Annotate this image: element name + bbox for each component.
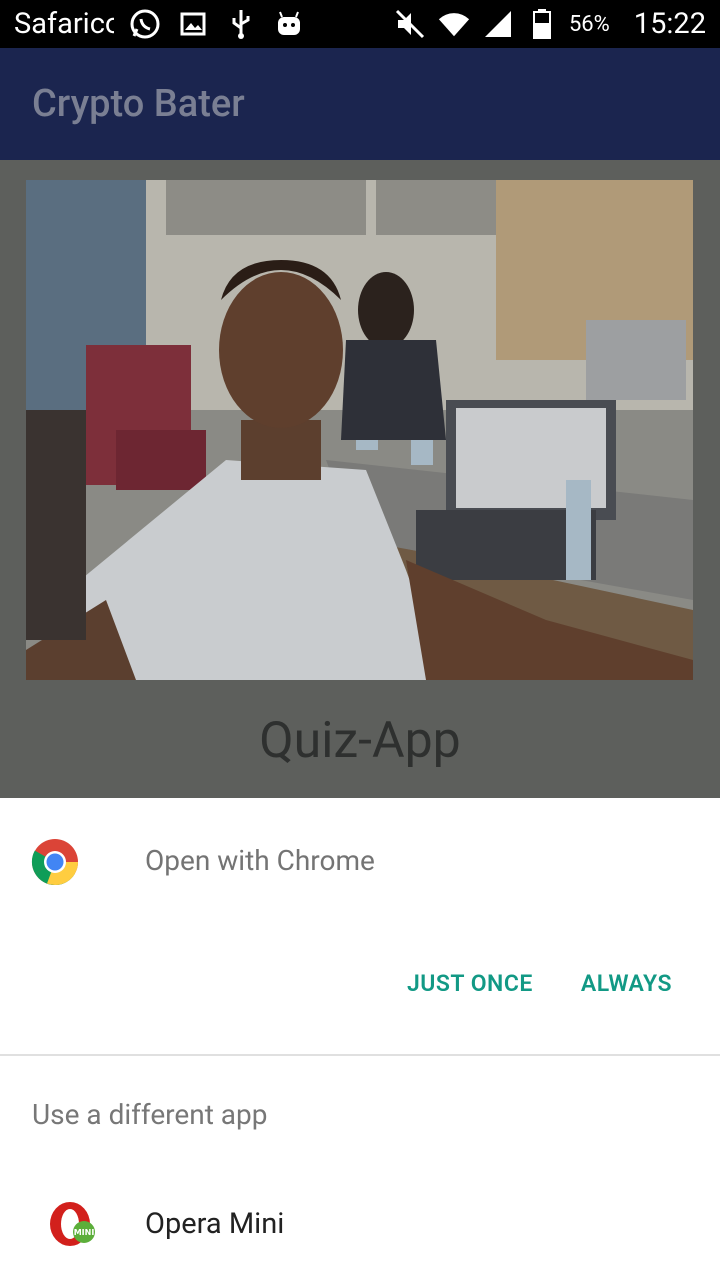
- profile-photo: [26, 180, 693, 680]
- dialog-actions: JUST ONCE ALWAYS: [407, 970, 672, 997]
- whatsapp-icon: [128, 7, 162, 41]
- opera-mini-label: Opera Mini: [145, 1207, 285, 1241]
- quiz-title: Quiz-App: [259, 712, 461, 770]
- just-once-button[interactable]: JUST ONCE: [407, 970, 533, 997]
- app-title: Crypto Bater: [32, 82, 245, 126]
- open-with-chrome-label: Open with Chrome: [145, 844, 375, 877]
- chrome-icon: [31, 838, 79, 886]
- app-option-opera-mini[interactable]: MINI Opera Mini: [0, 1178, 720, 1274]
- usb-icon: [224, 7, 258, 41]
- clock: 15:22: [633, 7, 706, 41]
- svg-text:MINI: MINI: [74, 1228, 95, 1237]
- signal-icon: [481, 7, 515, 41]
- opera-mini-icon: MINI: [48, 1200, 96, 1248]
- chrome-option[interactable]: Open with Chrome: [0, 798, 720, 928]
- wifi-icon: [437, 7, 471, 41]
- open-with-sheet: Open with Chrome JUST ONCE ALWAYS Use a …: [0, 798, 720, 1280]
- always-button[interactable]: ALWAYS: [581, 970, 672, 997]
- divider: [0, 1054, 720, 1056]
- app-bar: Crypto Bater: [0, 48, 720, 160]
- status-bar: Safaricom 56% 15:22: [0, 0, 720, 48]
- mute-icon: [393, 7, 427, 41]
- android-debug-icon: [272, 7, 306, 41]
- main-content: Quiz-App: [0, 160, 720, 798]
- battery-percent: 56%: [568, 11, 610, 37]
- battery-icon: [525, 7, 559, 41]
- image-icon: [176, 7, 210, 41]
- different-app-label: Use a different app: [32, 1098, 268, 1131]
- carrier-name: Safaricom: [14, 7, 114, 41]
